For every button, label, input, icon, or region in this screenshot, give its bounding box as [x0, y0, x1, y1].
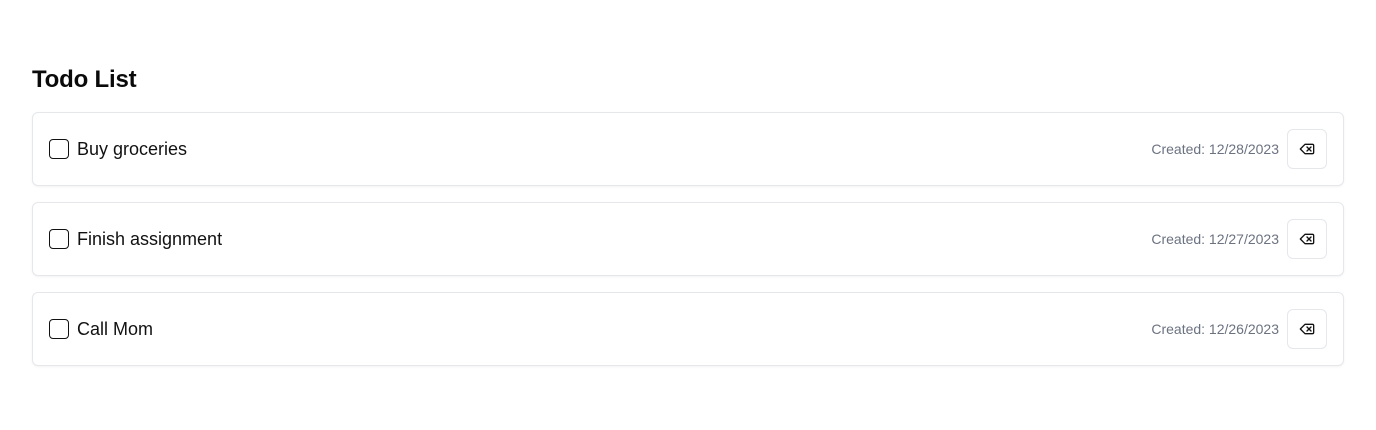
todo-item-main: Call Mom — [49, 319, 153, 340]
todo-item-meta: Created: 12/28/2023 — [1151, 129, 1327, 169]
todo-container: Todo List Buy groceries Created: 12/28/2… — [32, 64, 1344, 366]
delete-backspace-icon — [1299, 143, 1315, 155]
todo-item: Finish assignment Created: 12/27/2023 — [32, 202, 1344, 276]
delete-button[interactable] — [1287, 309, 1327, 349]
todo-item-main: Buy groceries — [49, 139, 187, 160]
todo-label: Buy groceries — [77, 138, 188, 159]
page-title: Todo List — [32, 66, 137, 93]
delete-button[interactable] — [1287, 219, 1327, 259]
created-date: Created: 12/27/2023 — [1151, 231, 1279, 247]
delete-backspace-icon — [1299, 323, 1315, 335]
todo-checkbox[interactable] — [49, 139, 69, 159]
todo-checkbox[interactable] — [49, 229, 69, 249]
todo-item-main: Finish assignment — [49, 229, 222, 250]
todo-item-meta: Created: 12/26/2023 — [1151, 309, 1327, 349]
todo-item: Buy groceries Created: 12/28/2023 — [32, 112, 1344, 186]
todo-label: Finish assignment — [77, 228, 223, 249]
delete-button[interactable] — [1287, 129, 1327, 169]
todo-label: Call Mom — [77, 318, 154, 339]
todo-item-meta: Created: 12/27/2023 — [1151, 219, 1327, 259]
created-date: Created: 12/26/2023 — [1151, 321, 1279, 337]
created-date: Created: 12/28/2023 — [1151, 141, 1279, 157]
delete-backspace-icon — [1299, 233, 1315, 245]
todo-list: Buy groceries Created: 12/28/2023 Finish… — [32, 112, 1344, 366]
todo-item: Call Mom Created: 12/26/2023 — [32, 292, 1344, 366]
todo-checkbox[interactable] — [49, 319, 69, 339]
